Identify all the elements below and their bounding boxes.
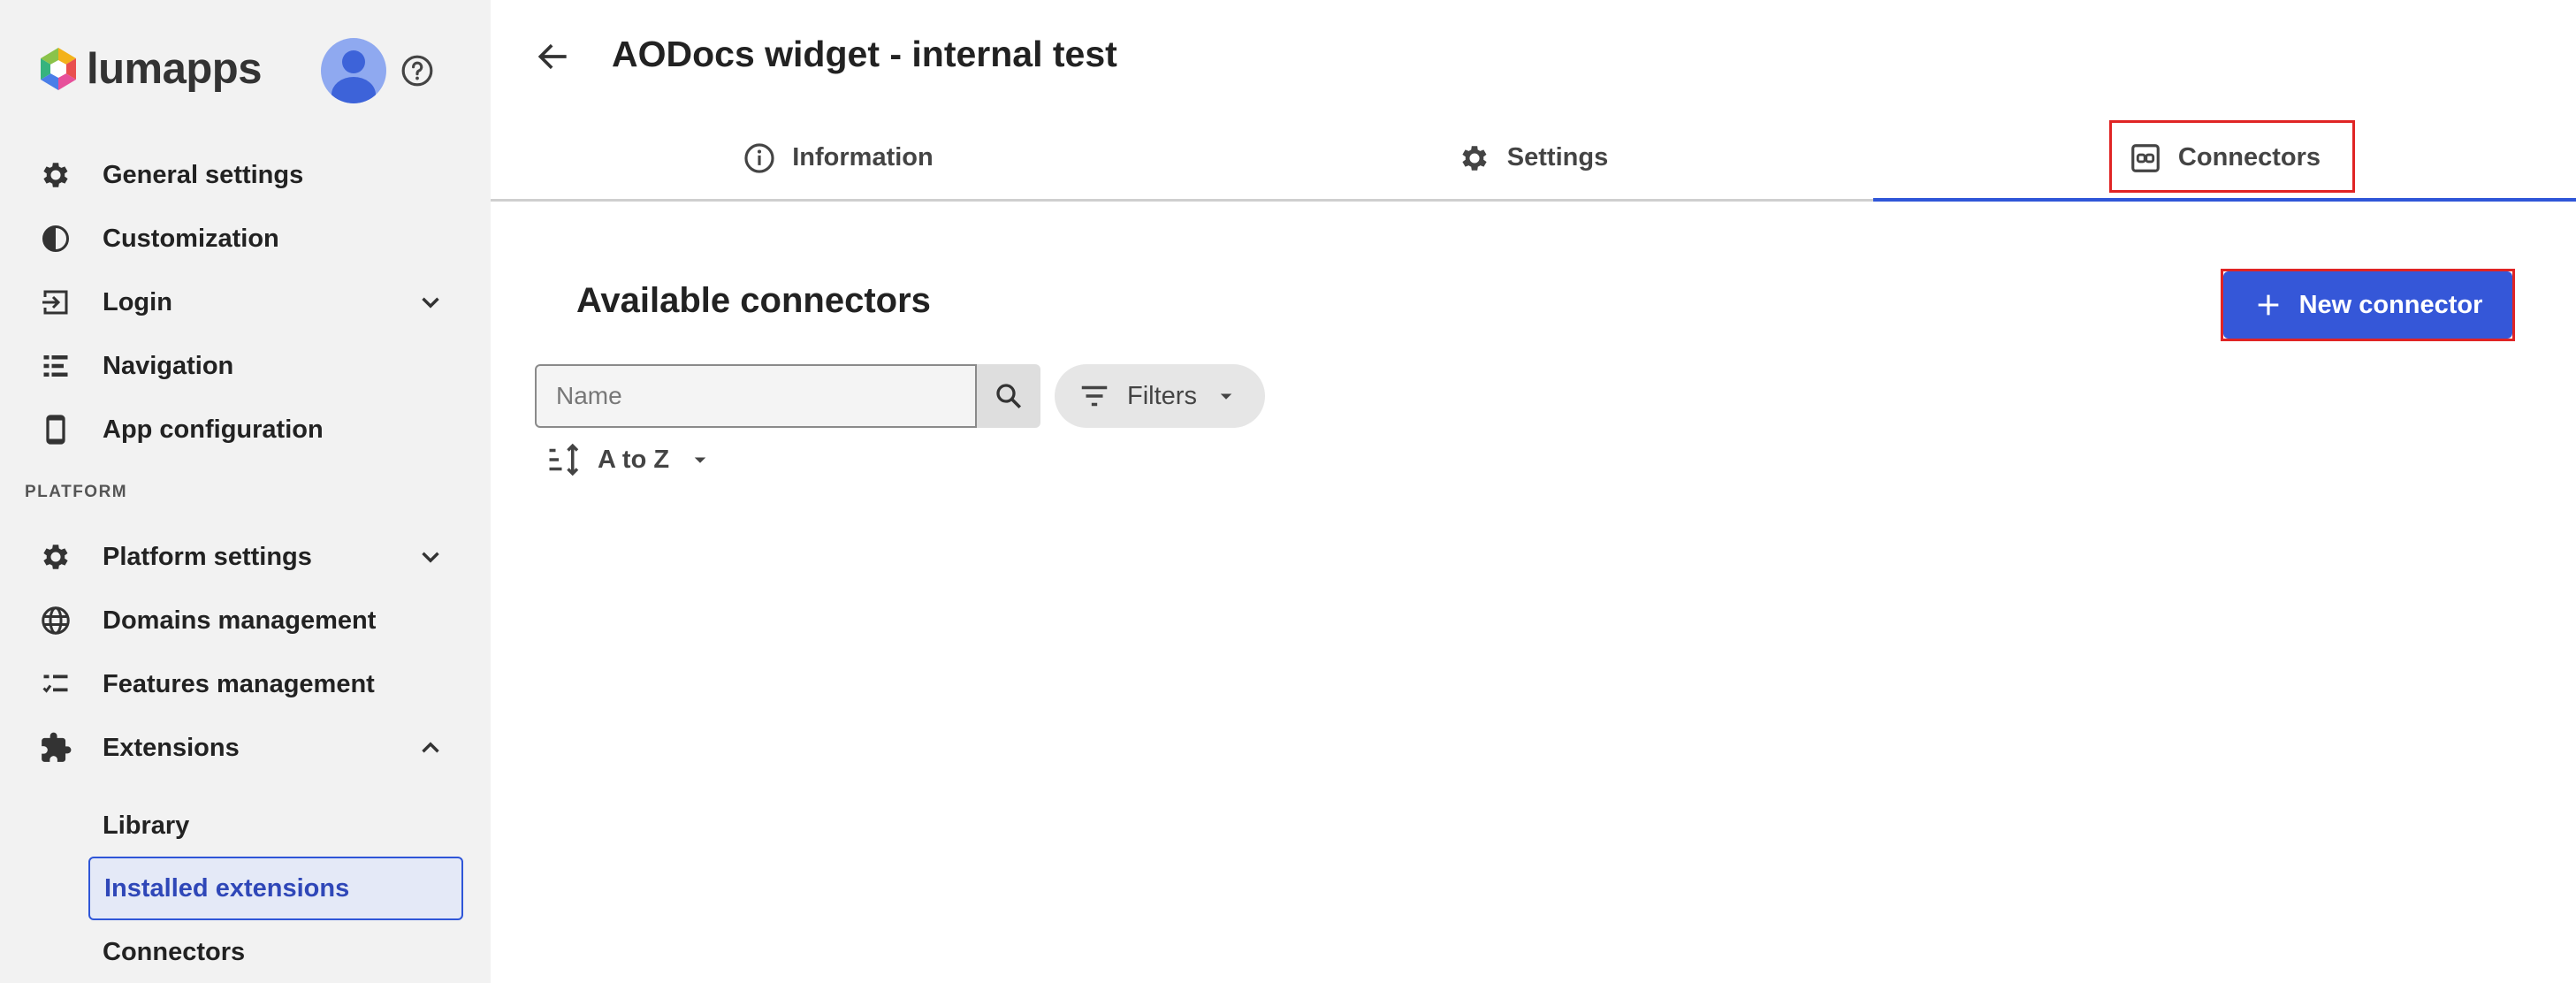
gear-icon [38, 157, 73, 193]
tab-information[interactable]: Information [491, 117, 1185, 199]
sort-icon [549, 443, 579, 476]
sidebar-item-label: Login [103, 287, 172, 316]
back-arrow-icon[interactable] [534, 37, 573, 76]
plus-icon [2258, 294, 2278, 316]
brand-name: lumapps [87, 45, 262, 93]
chevron-down-icon [422, 552, 439, 563]
search-icon [996, 384, 1022, 409]
caret-down-icon [1220, 393, 1232, 400]
puzzle-icon [38, 730, 73, 766]
sidebar-item-label: Features management [103, 669, 375, 698]
sidebar-item-general-settings[interactable]: General settings [0, 150, 491, 200]
globe-icon [38, 603, 73, 638]
sidebar-item-platform-settings[interactable]: Platform settings [0, 532, 491, 582]
sidebar-item-navigation[interactable]: Navigation [0, 341, 491, 391]
checklist-icon [38, 667, 73, 702]
sidebar-item-label: Domains management [103, 606, 377, 635]
filters-label: Filters [1127, 381, 1197, 410]
button-label: New connector [2298, 290, 2483, 319]
gear-icon [1462, 145, 1487, 171]
caret-down-icon [694, 457, 706, 463]
sidebar-item-features-management[interactable]: Features management [0, 659, 491, 709]
sidebar-item-login[interactable]: Login [0, 278, 491, 327]
sort-label: A to Z [598, 445, 670, 474]
contrast-icon [38, 221, 73, 256]
connector-icon [2131, 143, 2160, 172]
tab-bar: Information Settings Connectors [491, 117, 2576, 202]
sort-dropdown[interactable]: A to Z [546, 440, 713, 479]
tab-connectors[interactable]: Connectors [1873, 117, 2576, 202]
tab-label: Information [792, 143, 934, 171]
sidebar-subitem-connectors[interactable]: Connectors [88, 920, 463, 983]
help-icon[interactable] [400, 54, 434, 88]
sidebar-item-label: Platform settings [103, 542, 312, 571]
filters-button[interactable]: Filters [1055, 364, 1265, 428]
chevron-down-icon [422, 297, 439, 309]
list-icon [38, 348, 73, 384]
avatar[interactable] [321, 38, 386, 103]
sidebar-item-app-configuration[interactable]: App configuration [0, 405, 491, 454]
filter-icon [1081, 385, 1108, 407]
sidebar-item-customization[interactable]: Customization [0, 214, 491, 263]
search-input[interactable] [535, 364, 977, 428]
sidebar: lumapps General settings Customization L… [0, 0, 491, 983]
lumapps-logo-icon [41, 48, 76, 90]
login-icon [38, 285, 73, 320]
info-icon [744, 142, 774, 173]
sidebar-item-label: Navigation [103, 351, 234, 380]
sidebar-item-domains-management[interactable]: Domains management [0, 596, 491, 645]
section-title: Available connectors [576, 281, 931, 320]
sidebar-item-label: Installed extensions [104, 873, 350, 903]
sidebar-subitem-library[interactable]: Library [88, 794, 463, 857]
sidebar-item-label: General settings [103, 160, 304, 189]
sidebar-item-label: Customization [103, 224, 279, 253]
sidebar-item-label: Library [103, 811, 190, 840]
sidebar-item-label: Extensions [103, 733, 240, 762]
sidebar-item-extensions[interactable]: Extensions [0, 723, 491, 773]
chevron-up-icon [422, 742, 439, 753]
sidebar-item-label: App configuration [103, 415, 324, 444]
search-bar [535, 364, 1040, 428]
gear-icon [38, 539, 73, 575]
tab-settings[interactable]: Settings [1185, 117, 1880, 199]
section-label-platform: PLATFORM [25, 483, 128, 501]
page-title: AODocs widget - internal test [612, 34, 1117, 74]
new-connector-button[interactable]: New connector [2223, 271, 2512, 339]
lumapps-logo[interactable]: lumapps [37, 44, 262, 94]
sidebar-item-label: Connectors [103, 937, 246, 966]
tab-label: Settings [1506, 143, 1609, 171]
search-button[interactable] [977, 364, 1040, 428]
tab-label: Connectors [2177, 143, 2321, 171]
phone-icon [38, 412, 73, 447]
sidebar-subitem-installed-extensions[interactable]: Installed extensions [88, 857, 463, 920]
